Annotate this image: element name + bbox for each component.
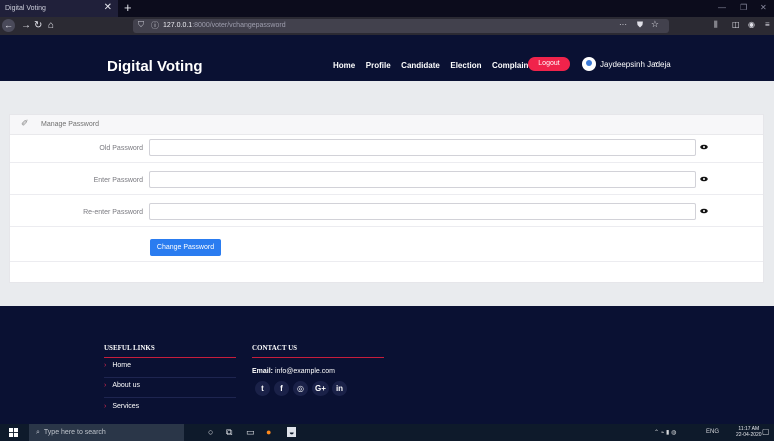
pocket-icon[interactable]: ⛊: [637, 20, 643, 30]
footer-link-about-us[interactable]: › About us: [104, 382, 236, 398]
new-tab-button[interactable]: +: [124, 1, 132, 15]
manage-password-card: ✐ Manage Password Old Password Enter Pas…: [9, 114, 764, 283]
url-text: 127.0.0.1:8000/voter/vchangepassword: [163, 22, 286, 29]
footer-link-services[interactable]: › Services: [104, 403, 236, 419]
footer-link-label: Services: [112, 403, 140, 410]
firefox-icon[interactable]: ●: [266, 427, 271, 437]
old-password-input[interactable]: [149, 139, 696, 156]
email-label: Email:: [252, 368, 274, 375]
linkedin-icon[interactable]: in: [332, 381, 347, 396]
url-host: 127.0.0.1: [163, 22, 193, 29]
language-indicator[interactable]: ENG: [706, 429, 719, 435]
site-info-icon[interactable]: ⓘ: [151, 20, 159, 31]
app-navbar: Digital Voting Home Profile Candidate El…: [0, 35, 774, 81]
enter-password-label: Enter Password: [93, 177, 143, 184]
clock[interactable]: 11:17 AM 22-04-2020: [736, 426, 762, 438]
reload-icon[interactable]: ↻: [34, 19, 42, 32]
footer-link-label: Home: [112, 362, 132, 369]
form-row-enter-password: Enter Password: [10, 167, 763, 195]
task-view-icon[interactable]: ⧉: [226, 427, 232, 438]
url-path: :8000/voter/vchangepassword: [192, 22, 286, 29]
page-actions-icon[interactable]: ···: [619, 20, 627, 29]
avatar[interactable]: [582, 57, 596, 71]
useful-links-underline: [104, 357, 236, 358]
nav-link-complain[interactable]: Complain: [492, 61, 528, 70]
chevron-right-icon: ›: [104, 382, 107, 389]
browser-tab-strip: Digital Voting ✕ + — ❐ ✕: [0, 0, 774, 17]
nav-link-profile[interactable]: Profile: [366, 61, 391, 70]
card-title: Manage Password: [41, 121, 99, 128]
eye-icon[interactable]: [700, 208, 708, 214]
window-maximize-button[interactable]: ❐: [740, 3, 747, 12]
file-explorer-icon[interactable]: ▭: [246, 427, 255, 438]
bookmark-star-icon[interactable]: ☆: [651, 19, 659, 30]
facebook-icon[interactable]: f: [274, 381, 289, 396]
shield-icon[interactable]: ⛉: [138, 20, 144, 30]
footer-link-home[interactable]: › Home: [104, 362, 236, 378]
search-icon: ⌕: [36, 429, 40, 436]
notification-icon[interactable]: ▢: [762, 427, 770, 436]
contact-underline: [252, 357, 384, 358]
reenter-password-input[interactable]: [149, 203, 696, 220]
pencil-icon: ✐: [21, 118, 29, 128]
brand-logo-text[interactable]: Digital Voting: [107, 58, 203, 75]
app-icon[interactable]: ◒: [287, 427, 297, 437]
tray-icons[interactable]: ⌃ ⌁ ▮ ◍: [654, 429, 676, 436]
contact-email: Email: info@example.com: [252, 368, 335, 375]
eye-icon[interactable]: [700, 176, 708, 182]
useful-links-title: USEFUL LINKS: [104, 344, 155, 352]
forward-icon[interactable]: →: [21, 19, 31, 32]
email-value[interactable]: info@example.com: [275, 368, 335, 375]
windows-start-icon[interactable]: [9, 428, 18, 437]
chevron-down-icon[interactable]: ⌄: [653, 57, 660, 66]
taskbar: ⌕ Type here to search ○ ⧉ ▭ ● ◒ ⌃ ⌁ ▮ ◍ E…: [0, 424, 774, 441]
instagram-icon[interactable]: ◎: [293, 381, 308, 396]
window-minimize-button[interactable]: —: [718, 3, 726, 12]
card-footer-divider: [10, 261, 763, 283]
reenter-password-label: Re-enter Password: [83, 209, 143, 216]
taskbar-search[interactable]: ⌕ Type here to search: [29, 424, 184, 441]
cortana-icon[interactable]: ○: [208, 427, 213, 437]
card-header: ✐ Manage Password: [10, 115, 763, 135]
account-icon[interactable]: ◉: [748, 20, 755, 29]
nav-link-candidate[interactable]: Candidate: [401, 61, 440, 70]
browser-tab[interactable]: Digital Voting ✕: [0, 0, 118, 17]
nav-link-election[interactable]: Election: [450, 61, 481, 70]
nav-link-home[interactable]: Home: [333, 61, 355, 70]
old-password-label: Old Password: [99, 145, 143, 152]
chevron-right-icon: ›: [104, 362, 107, 369]
library-icon[interactable]: ⫼: [714, 20, 718, 30]
google-plus-icon[interactable]: G+: [312, 381, 329, 396]
url-bar[interactable]: ⛉ ⓘ 127.0.0.1:8000/voter/vchangepassword…: [133, 19, 669, 33]
browser-toolbar: ← → ↻ ⌂ ⛉ ⓘ 127.0.0.1:8000/voter/vchange…: [0, 17, 774, 35]
back-icon[interactable]: ←: [2, 19, 15, 32]
logout-button[interactable]: Logout: [528, 57, 570, 71]
username[interactable]: Jaydeepsinh Jadeja: [600, 60, 671, 69]
home-icon[interactable]: ⌂: [48, 19, 54, 32]
window-close-button[interactable]: ✕: [760, 3, 767, 12]
search-placeholder: Type here to search: [43, 429, 106, 436]
change-password-button[interactable]: Change Password: [150, 239, 221, 256]
nav-links: Home Profile Candidate Election Complain: [333, 60, 536, 70]
form-row-reenter-password: Re-enter Password: [10, 199, 763, 227]
tab-close-icon[interactable]: ✕: [104, 3, 112, 13]
twitter-icon[interactable]: t: [255, 381, 270, 396]
site-footer: USEFUL LINKS › Home › About us › Services C…: [0, 306, 774, 424]
clock-date: 22-04-2020: [736, 432, 762, 438]
enter-password-input[interactable]: [149, 171, 696, 188]
form-row-old-password: Old Password: [10, 135, 763, 163]
menu-icon[interactable]: ≡: [765, 20, 770, 29]
footer-link-label: About us: [112, 382, 140, 389]
tab-title: Digital Voting: [5, 5, 46, 12]
eye-icon[interactable]: [700, 144, 708, 150]
chevron-right-icon: ›: [104, 403, 107, 410]
sidebar-icon[interactable]: ◫: [732, 20, 740, 29]
contact-title: CONTACT US: [252, 344, 298, 352]
